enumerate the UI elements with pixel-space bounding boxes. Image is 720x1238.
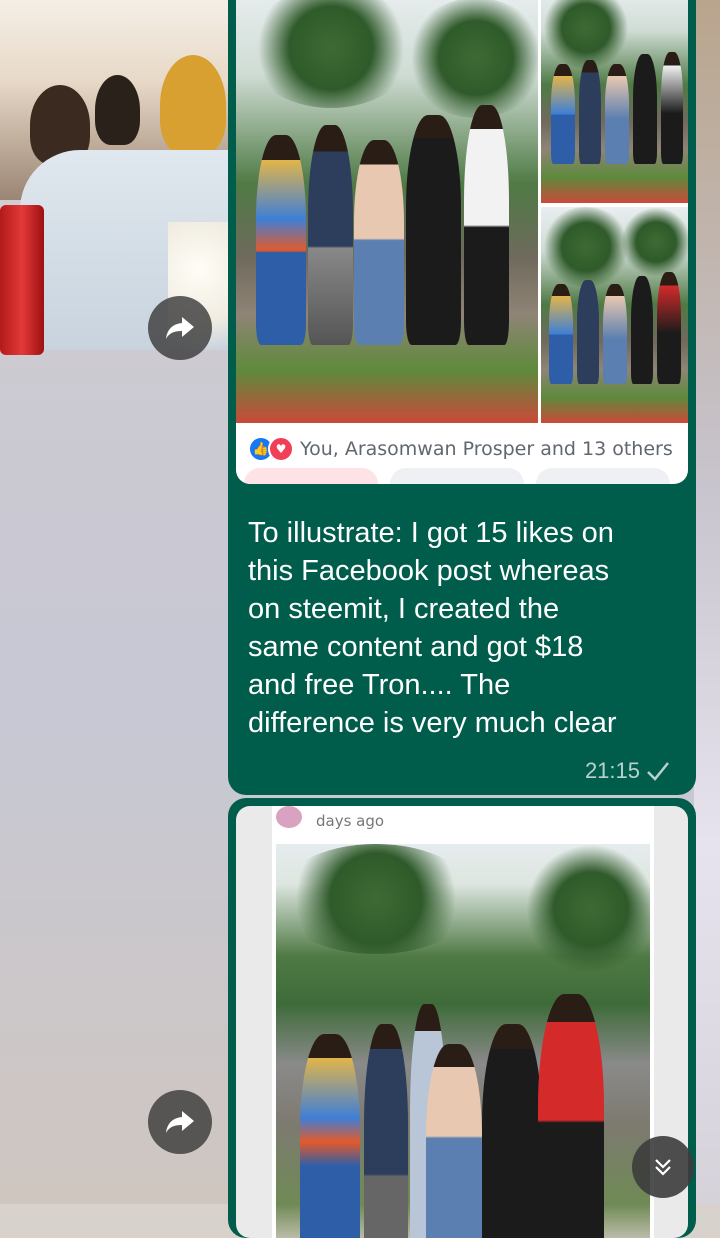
outgoing-message-bubble-2[interactable]: days ago [228,798,696,1238]
message-text: To illustrate: I got 15 likes on this Fa… [248,517,617,739]
group-photo-thumbnail-2 [541,207,688,423]
share-pill [536,468,670,484]
forward-arrow-icon [166,317,194,339]
group-photo-thumbnail-1 [541,0,688,203]
facebook-action-buttons [236,468,688,484]
forward-button[interactable] [148,296,212,360]
facebook-post-screenshot[interactable]: 👍 ♥ You, Arasomwan Prosper and 13 others [236,0,688,484]
wallpaper-person [95,75,140,145]
outgoing-message-bubble[interactable]: 👍 ♥ You, Arasomwan Prosper and 13 others… [228,0,696,795]
reaction-icons: 👍 ♥ [248,436,294,462]
scroll-to-bottom-button[interactable] [632,1136,694,1198]
forward-button-2[interactable] [148,1090,212,1154]
like-count-pill [244,468,378,484]
love-reaction-icon: ♥ [268,436,294,462]
comment-pill [390,468,524,484]
steemit-group-photo [276,844,650,1238]
reactions-summary: You, Arasomwan Prosper and 13 others [300,438,673,460]
steemit-post-screenshot[interactable]: days ago [236,806,688,1238]
wallpaper-person [160,55,226,155]
facebook-reactions-row: 👍 ♥ You, Arasomwan Prosper and 13 others [236,430,688,468]
group-photo-main [236,0,538,423]
double-chevron-down-icon [655,1159,671,1176]
author-avatar [276,806,302,828]
message-time: 21:15 [584,758,640,783]
message-meta: 21:15 [585,758,670,784]
post-age: days ago [316,812,385,830]
forward-arrow-icon [166,1111,194,1133]
steemit-post-content: days ago [272,806,654,1238]
wallpaper-soda-can [0,205,44,355]
single-check-icon [647,762,669,781]
wallpaper-right-strip [694,0,720,1204]
